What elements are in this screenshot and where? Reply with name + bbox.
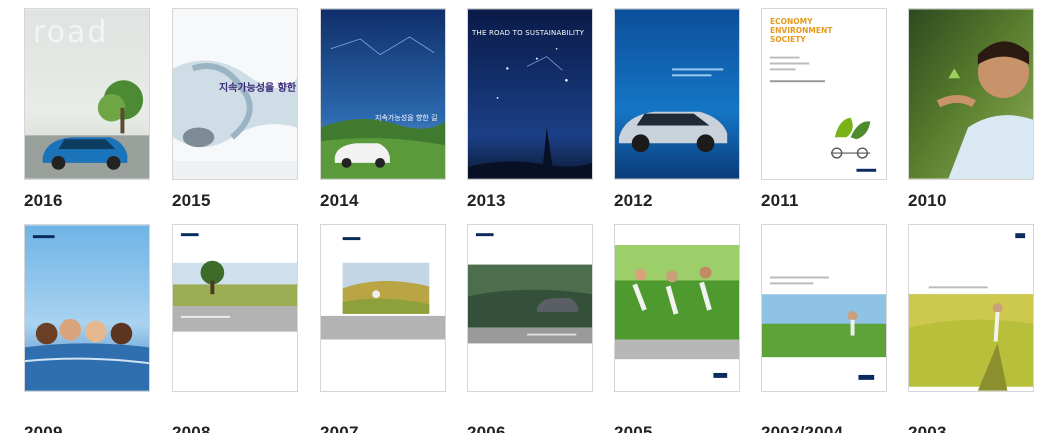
report-year-2012[interactable]: 2012 [614,191,653,211]
report-year-2003-2004[interactable]: 2003/2004 [761,423,843,433]
report-cover-2012[interactable] [614,8,740,180]
cover-image-2010 [909,9,1033,179]
report-cover-2003-2004[interactable] [761,224,887,392]
report-year-2014[interactable]: 2014 [320,191,359,211]
report-cover-2011[interactable]: ECONOMY ENVIRONMENT SOCIETY [761,8,887,180]
report-cover-2007[interactable] [320,224,446,392]
cover-image-2006 [468,225,592,391]
report-year-2009[interactable]: 2009 [24,423,63,433]
cover-image-2012 [615,9,739,179]
cover-title-2011: ECONOMY ENVIRONMENT SOCIETY [770,17,833,44]
report-year-2005[interactable]: 2005 [614,423,653,433]
report-year-2003[interactable]: 2003 [908,423,947,433]
report-year-2007[interactable]: 2007 [320,423,359,433]
cover-title-2013: THE ROAD TO SUSTAINABILITY [472,29,585,37]
report-year-2013[interactable]: 2013 [467,191,506,211]
report-cover-2003[interactable] [908,224,1034,392]
report-cover-2010[interactable] [908,8,1034,180]
report-archive-grid: road 2016 지속가능성을 향한 길 2015 [24,8,1048,433]
report-year-2016[interactable]: 2016 [24,191,63,211]
report-row-1: road 2016 지속가능성을 향한 길 2015 [24,8,1048,224]
report-cover-2008[interactable] [172,224,298,392]
report-cover-2009[interactable] [24,224,150,392]
cover-title-2015: 지속가능성을 향한 길 [219,83,297,94]
report-cover-2014[interactable]: 지속가능성을 향한 길 [320,8,446,180]
cover-image-2014 [321,9,445,179]
cover-image-2005 [615,225,739,391]
report-cover-2016[interactable]: road [24,8,150,180]
cover-image-2009 [25,225,149,391]
report-cover-2005[interactable] [614,224,740,392]
cover-image-2015 [173,9,297,179]
cover-image-2008 [173,225,297,391]
report-cover-2015[interactable]: 지속가능성을 향한 길 [172,8,298,180]
cover-image-2007 [321,225,445,391]
report-cover-2013[interactable]: THE ROAD TO SUSTAINABILITY [467,8,593,180]
report-year-2006[interactable]: 2006 [467,423,506,433]
cover-title-2014: 지속가능성을 향한 길 [375,114,438,122]
report-row-2: 2009 2008 2007 2006 2005 2003/2004 2003 [24,224,1048,433]
report-year-2011[interactable]: 2011 [761,191,799,211]
cover-title-2016: road [33,15,109,50]
cover-image-2003 [909,225,1033,391]
report-year-2010[interactable]: 2010 [908,191,947,211]
report-year-2008[interactable]: 2008 [172,423,211,433]
report-year-2015[interactable]: 2015 [172,191,211,211]
cover-image-2003-2004 [762,225,886,391]
report-cover-2006[interactable] [467,224,593,392]
